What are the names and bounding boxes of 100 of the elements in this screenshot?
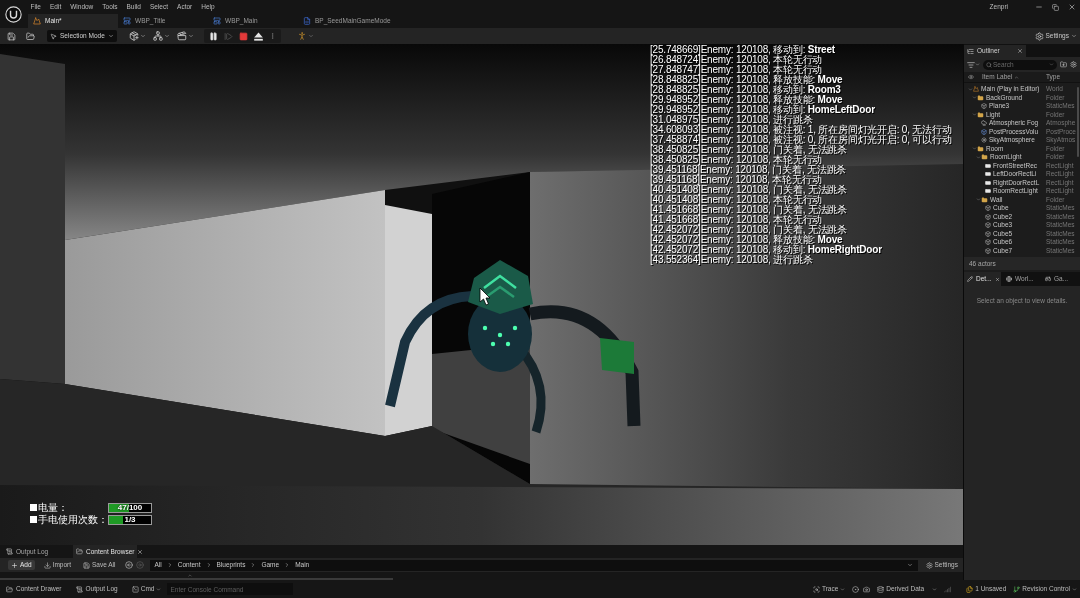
logo-icon[interactable] — [4, 5, 22, 23]
log-line: [40.451408]Enemy: 120108, 门关着, 无法跳杀 — [650, 185, 848, 195]
caret-icon — [840, 586, 846, 592]
add-actor-button[interactable] — [129, 31, 146, 41]
scan-icon — [812, 585, 820, 593]
nodes-icon — [153, 31, 163, 41]
log-line: [37.458874]Enemy: 120108, 被注视: 0, 所在房间灯光开启: 0, 可以行动 — [650, 135, 952, 145]
scrollbar[interactable] — [1077, 87, 1079, 157]
layout-icon — [123, 17, 131, 25]
log-line: [29.948952]Enemy: 120108, 释放技能: Move — [650, 95, 844, 105]
cube-icon — [981, 103, 987, 110]
log-line: [27.848747]Enemy: 120108, 本轮无行动 — [650, 65, 823, 75]
camera-icon[interactable] — [863, 585, 871, 593]
pencil-icon — [967, 276, 973, 282]
settings-icon — [925, 561, 933, 569]
close-icon[interactable] — [137, 548, 144, 555]
stop-icon[interactable] — [239, 31, 248, 41]
sun-icon — [981, 137, 987, 144]
database-icon — [877, 585, 885, 593]
log-line: [42.452072]Enemy: 120108, 移动到: HomeRightDoor — [650, 245, 883, 255]
folder-add-icon[interactable] — [1060, 61, 1067, 68]
log-line: [41.451668]Enemy: 120108, 本轮无行动 — [650, 215, 824, 225]
person-icon — [297, 31, 307, 41]
gamepad-icon — [1045, 276, 1051, 282]
globe-icon — [1006, 276, 1012, 282]
document-icon — [6, 548, 13, 555]
restore-icon[interactable] — [1052, 3, 1059, 11]
blueprint-button[interactable] — [153, 31, 170, 41]
square-icon — [30, 516, 37, 523]
pause-icon[interactable] — [209, 31, 218, 41]
close-icon[interactable] — [1017, 48, 1023, 54]
document-icon — [75, 585, 83, 593]
close-icon[interactable] — [1068, 3, 1076, 11]
folder-icon — [6, 585, 13, 593]
minimize-icon[interactable] — [1035, 3, 1043, 11]
caret-icon[interactable] — [906, 562, 913, 568]
caret-icon — [1049, 62, 1054, 67]
plus-icon — [11, 561, 18, 569]
caret-icon — [140, 33, 146, 39]
more-icon[interactable] — [269, 32, 276, 40]
caret-icon — [1071, 33, 1077, 39]
chevron-icon — [166, 562, 173, 568]
cube-icon — [981, 128, 987, 135]
record-icon[interactable] — [852, 585, 860, 593]
settings-icon[interactable] — [1070, 61, 1077, 68]
settings-icon — [1034, 31, 1044, 41]
terminal-icon — [131, 585, 139, 593]
files-icon — [966, 585, 974, 593]
eye-icon[interactable] — [968, 74, 974, 80]
folder-icon — [977, 94, 984, 101]
pointer-icon — [50, 32, 57, 40]
search-icon — [986, 61, 992, 68]
branch-icon — [1013, 585, 1021, 593]
log-line: [34.608093]Enemy: 120108, 被注视: 1, 所在房间灯光开启: 0, 无法行动 — [650, 125, 952, 135]
log-line: [28.848825]Enemy: 120108, 释放技能: Move — [650, 75, 844, 85]
caret-icon — [1072, 586, 1077, 592]
log-line: [29.948952]Enemy: 120108, 移动到: HomeLeftDoor — [650, 105, 876, 115]
caret-icon — [932, 586, 938, 592]
folder-icon — [981, 154, 988, 161]
caret-icon — [164, 33, 170, 39]
log-line: [38.450825]Enemy: 120108, 门关着, 无法跳杀 — [650, 145, 847, 155]
hud-label: 手电使用次数： — [38, 514, 108, 525]
list-icon — [967, 47, 974, 55]
mountain-icon — [33, 17, 41, 25]
log-line: [42.452072]Enemy: 120108, 门关着, 无法跳杀 — [650, 225, 848, 235]
cloud-icon — [981, 120, 987, 127]
layout-icon — [213, 17, 221, 25]
log-line: [39.451168]Enemy: 120108, 门关着, 无法跳杀 — [650, 165, 848, 175]
folder-icon — [977, 145, 984, 152]
file-code-icon — [303, 17, 311, 25]
filter-button[interactable] — [967, 60, 980, 69]
folder-icon — [76, 548, 83, 555]
log-line: [28.848825]Enemy: 120108, 移动到: Room3 — [650, 85, 842, 95]
log-line: [26.848724]Enemy: 120108, 本轮无行动 — [650, 55, 824, 65]
caret-icon — [156, 586, 162, 592]
arrow-left-icon[interactable] — [124, 561, 133, 569]
log-line: [42.452072]Enemy: 120108, 释放技能: Move — [650, 235, 844, 245]
possess-button[interactable] — [297, 31, 314, 41]
square-icon — [30, 504, 37, 511]
chevron-icon — [284, 562, 291, 568]
close-icon[interactable] — [994, 276, 1000, 282]
clapperboard-icon — [177, 31, 187, 41]
mountain-icon — [973, 86, 979, 93]
log-line: [43.552364]Enemy: 120108, 进行跳杀 — [650, 255, 813, 265]
download-icon — [43, 561, 51, 569]
eject-icon[interactable] — [254, 31, 263, 41]
caret-icon — [188, 33, 194, 39]
scrollbar[interactable] — [0, 578, 393, 580]
log-line: [41.451668]Enemy: 120108, 门关着, 无法跳杀 — [650, 205, 848, 215]
log-line: [38.450825]Enemy: 120108, 本轮无行动 — [650, 155, 824, 165]
save-icon — [83, 561, 90, 569]
signal-icon — [944, 585, 952, 593]
cube-plus-icon — [129, 31, 139, 41]
cinematics-button[interactable] — [177, 31, 194, 41]
save-icon[interactable] — [7, 31, 16, 41]
folder-icon[interactable] — [26, 31, 35, 41]
caret-icon — [108, 33, 114, 39]
chevron-icon — [250, 562, 257, 568]
log-line: [31.048975]Enemy: 120108, 进行跳杀 — [650, 115, 814, 125]
caret-icon — [308, 33, 314, 39]
